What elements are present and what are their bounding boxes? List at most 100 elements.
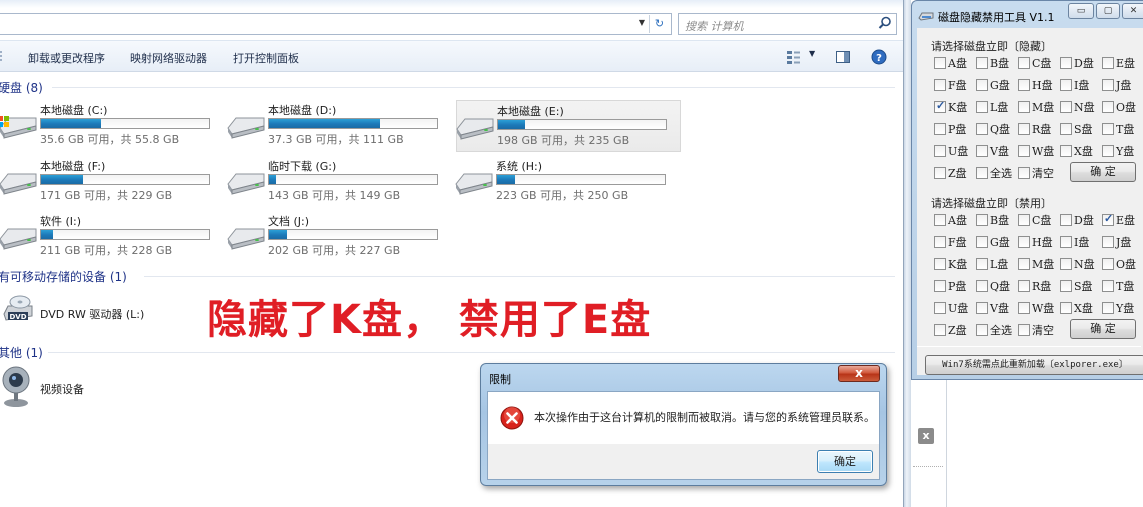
disable-checkbox[interactable]: N盘 — [1060, 256, 1095, 272]
checkbox-box[interactable] — [976, 57, 988, 69]
reload-explorer-button[interactable]: Win7系统需点此重新加载〔exlporer.exe〕 — [925, 355, 1143, 375]
disable-checkbox[interactable]: Y盘 — [1102, 300, 1134, 316]
checkbox-box[interactable] — [1102, 145, 1114, 157]
checkbox-box[interactable] — [976, 258, 988, 270]
checkbox-box[interactable] — [1018, 236, 1030, 248]
checkbox-box[interactable] — [1102, 258, 1114, 270]
hide-checkbox[interactable]: O盘 — [1102, 99, 1136, 115]
view-options-icon[interactable] — [786, 49, 802, 65]
checkbox-box[interactable] — [976, 79, 988, 91]
checkbox-box[interactable] — [1060, 280, 1072, 292]
hide-checkbox[interactable]: M盘 — [1018, 99, 1054, 115]
drive-item[interactable]: 软件 (I:) 211 GB 可用，共 228 GB — [0, 211, 225, 263]
disable-checkbox[interactable]: A盘 — [934, 212, 967, 228]
checkbox-box[interactable] — [1018, 324, 1030, 336]
disable-checkbox[interactable]: X盘 — [1060, 300, 1093, 316]
checkbox-box[interactable] — [1018, 167, 1030, 179]
hide-checkbox[interactable]: P盘 — [934, 121, 966, 137]
search-input[interactable]: 搜索 计算机 — [678, 13, 897, 35]
checkbox-box[interactable] — [1102, 123, 1114, 135]
checkbox-box[interactable] — [1060, 57, 1072, 69]
checkbox-box[interactable] — [1102, 79, 1114, 91]
checkbox-box[interactable] — [1018, 302, 1030, 314]
checkbox-box[interactable] — [1060, 258, 1072, 270]
checkbox-box[interactable] — [934, 302, 946, 314]
dialog-close-button[interactable]: x — [838, 365, 880, 382]
checkbox-box[interactable] — [1060, 145, 1072, 157]
checkbox-box[interactable] — [1060, 101, 1072, 113]
checkbox-box[interactable] — [1018, 214, 1030, 226]
hide-checkbox[interactable]: U盘 — [934, 143, 968, 159]
disable-checkbox[interactable]: M盘 — [1018, 256, 1054, 272]
uninstall-button[interactable]: 卸载或更改程序 — [28, 50, 105, 66]
hide-checkbox[interactable]: X盘 — [1060, 143, 1093, 159]
disable-checkbox[interactable]: V盘 — [976, 300, 1009, 316]
group-header-other[interactable]: 其他 (1) — [0, 344, 43, 361]
checkbox-box[interactable] — [976, 280, 988, 292]
checkbox-box[interactable] — [934, 324, 946, 336]
checkbox-box[interactable] — [934, 258, 946, 270]
disable-checkbox[interactable]: U盘 — [934, 300, 968, 316]
close-button[interactable]: ✕ — [1122, 3, 1143, 19]
disable-checkbox[interactable]: Z盘 — [934, 322, 967, 338]
drive-item[interactable]: 文档 (J:) 202 GB 可用，共 227 GB — [227, 211, 453, 263]
hide-checkbox[interactable]: D盘 — [1060, 55, 1094, 71]
checkbox-box[interactable] — [1060, 302, 1072, 314]
address-bar[interactable]: ▼ ↻ — [0, 13, 672, 35]
hide-checkbox[interactable]: W盘 — [1018, 143, 1054, 159]
checkbox-box[interactable] — [976, 101, 988, 113]
checkbox-box[interactable] — [934, 123, 946, 135]
disable-checkbox[interactable]: Q盘 — [976, 278, 1010, 294]
checkbox-box[interactable] — [1102, 101, 1114, 113]
checkbox-box[interactable] — [934, 214, 946, 226]
hide-checkbox[interactable]: K盘 — [934, 99, 967, 115]
checkbox-box[interactable] — [1102, 236, 1114, 248]
checkbox-box[interactable] — [1018, 79, 1030, 91]
checkbox-box[interactable] — [1018, 145, 1030, 157]
map-drive-button[interactable]: 映射网络驱动器 — [130, 50, 207, 66]
checkbox-box[interactable] — [1060, 79, 1072, 91]
drive-item[interactable]: 本地磁盘 (D:) 37.3 GB 可用，共 111 GB — [227, 100, 453, 152]
hide-checkbox[interactable]: A盘 — [934, 55, 967, 71]
disable-checkbox[interactable]: D盘 — [1060, 212, 1094, 228]
video-device[interactable]: 视频设备 — [0, 365, 200, 415]
hide-checkbox[interactable]: E盘 — [1102, 55, 1135, 71]
hide-checkbox[interactable]: Y盘 — [1102, 143, 1134, 159]
disable-checkbox[interactable]: F盘 — [934, 234, 967, 250]
group-header-hdd[interactable]: 硬盘 (8) — [0, 79, 43, 96]
checkbox-box[interactable] — [976, 236, 988, 248]
maximize-button[interactable]: ▢ — [1096, 3, 1120, 19]
drive-item[interactable]: 本地磁盘 (E:) 198 GB 可用，共 235 GB — [456, 100, 681, 152]
view-dropdown-icon[interactable]: ▼ — [809, 49, 815, 58]
checkbox-box[interactable] — [1018, 280, 1030, 292]
disable-checkbox[interactable]: L盘 — [976, 256, 1008, 272]
search-icon[interactable] — [878, 16, 892, 30]
chevron-down-icon[interactable]: ▼ — [639, 18, 645, 27]
drive-item[interactable]: 本地磁盘 (F:) 171 GB 可用，共 229 GB — [0, 156, 225, 208]
hide-checkbox[interactable]: T盘 — [1102, 121, 1134, 137]
disable-checkbox[interactable]: O盘 — [1102, 256, 1136, 272]
clear-checkbox[interactable]: 清空 — [1018, 165, 1054, 181]
disable-checkbox[interactable]: C盘 — [1018, 212, 1051, 228]
checkbox-box[interactable] — [934, 236, 946, 248]
checkbox-box[interactable] — [976, 324, 988, 336]
disable-checkbox[interactable]: E盘 — [1102, 212, 1135, 228]
clear-checkbox[interactable]: 清空 — [1018, 322, 1054, 338]
checkbox-box[interactable] — [1060, 236, 1072, 248]
disable-checkbox[interactable]: T盘 — [1102, 278, 1134, 294]
dialog-ok-button[interactable]: 确定 — [817, 450, 873, 473]
checkbox-box[interactable] — [976, 145, 988, 157]
hide-checkbox[interactable]: Z盘 — [934, 165, 967, 181]
hide-checkbox[interactable]: N盘 — [1060, 99, 1095, 115]
drive-item[interactable]: 临时下载 (G:) 143 GB 可用，共 149 GB — [227, 156, 453, 208]
disable-checkbox[interactable]: S盘 — [1060, 278, 1093, 294]
checkbox-box[interactable] — [1060, 123, 1072, 135]
checkbox-box[interactable] — [934, 145, 946, 157]
checkbox-box[interactable] — [934, 57, 946, 69]
hide-checkbox[interactable]: C盘 — [1018, 55, 1051, 71]
select-all-checkbox[interactable]: 全选 — [976, 322, 1012, 338]
checkbox-box[interactable] — [1018, 57, 1030, 69]
hide-confirm-button[interactable]: 确 定 — [1070, 162, 1136, 182]
minimize-button[interactable]: ▭ — [1068, 3, 1094, 19]
checkbox-box[interactable] — [1018, 258, 1030, 270]
